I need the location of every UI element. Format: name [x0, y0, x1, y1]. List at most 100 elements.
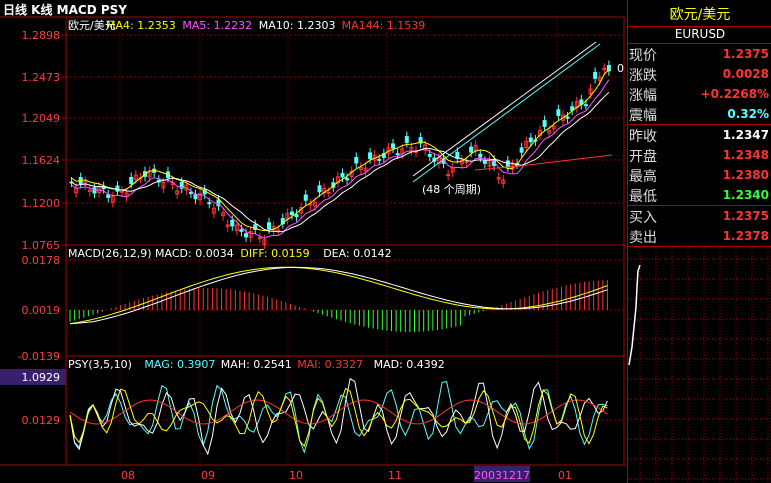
trend-line — [412, 41, 597, 177]
cursor-date: 20031217 — [474, 469, 530, 482]
y-tick: 1.2049 — [22, 112, 61, 125]
candle — [345, 177, 350, 181]
dea-line — [69, 266, 608, 325]
quote-title: 欧元/美元 — [669, 7, 731, 23]
candle — [244, 233, 249, 238]
candle — [542, 120, 547, 127]
quote-label: 卖出 — [629, 230, 657, 246]
candle — [368, 152, 373, 160]
quote-label: 震幅 — [629, 108, 657, 124]
quote-row: 震幅 0.32% — [628, 104, 771, 124]
quote-panel: 欧元/美元 EURUSD 现价 1.2375 涨跌 0.0028 涨幅 +0.2268% 震… — [627, 0, 771, 483]
candle — [188, 191, 193, 194]
y-tick: 1.0765 — [22, 239, 61, 252]
quote-symbol: EURUSD — [674, 27, 726, 41]
price-legend: MA10: 1.2303 — [259, 19, 336, 32]
macd-legend: DEA: 0.0142 — [323, 247, 391, 260]
candle — [556, 109, 561, 116]
candle — [115, 185, 120, 192]
quote-label: 昨收 — [629, 129, 657, 145]
candle — [395, 153, 400, 156]
x-tick: 09 — [201, 469, 215, 482]
quote-label: 现价 — [629, 48, 657, 64]
candle — [317, 185, 322, 193]
cursor-value: 1.0929 — [22, 371, 61, 384]
candle — [340, 173, 345, 178]
quote-row: 买入 1.2375 — [628, 206, 771, 226]
y-tick: 1.1624 — [22, 154, 61, 167]
y-tick: 0.0178 — [22, 254, 61, 267]
candle — [404, 136, 409, 144]
quote-row: 昨收 1.2347 — [628, 125, 771, 145]
price-legend: MA5: 1.2232 — [182, 19, 252, 32]
macd-legend: DIFF: 0.0159 — [240, 247, 309, 260]
candle — [303, 194, 308, 201]
mah-line — [69, 378, 608, 456]
candle — [482, 160, 487, 164]
candle — [446, 174, 451, 177]
chart-area[interactable]: 1.2898 1.2473 1.2049 1.1624 1.1200 1.0765 0.01… — [0, 0, 625, 483]
quote-value: 0.32% — [727, 107, 769, 121]
candle — [267, 222, 272, 230]
quote-row: 现价 1.2375 — [628, 44, 771, 64]
quote-value: 1.2375 — [722, 47, 769, 61]
quote-row: 最高 1.2380 — [628, 165, 771, 185]
y-tick: 0.0019 — [22, 304, 61, 317]
candle — [391, 143, 396, 149]
macd-legend: MACD(26,12,9) MACD: 0.0034 — [68, 247, 234, 260]
quote-label: 最低 — [629, 189, 657, 205]
diff-line — [69, 266, 608, 325]
edge-char: 0 — [617, 62, 624, 75]
candle — [106, 194, 111, 198]
price-legend: MA4: 1.2353 — [106, 19, 176, 32]
candle — [326, 191, 331, 194]
quote-value: 1.2375 — [722, 209, 769, 223]
quote-label: 开盘 — [629, 149, 657, 165]
y-tick: 1.2473 — [22, 71, 61, 84]
quote-value: 1.2340 — [722, 188, 769, 202]
candle — [354, 156, 359, 164]
y-tick: 1.2898 — [22, 29, 61, 42]
candle — [427, 153, 432, 157]
quote-value: 1.2347 — [722, 128, 769, 142]
y-tick: 0.0129 — [22, 414, 61, 427]
psy-legend: MAD: 0.4392 — [374, 358, 445, 371]
candle — [294, 213, 299, 218]
quote-value: +0.2268% — [700, 87, 769, 101]
price-legend: MA144: 1.1539 — [342, 19, 426, 32]
candle — [519, 147, 524, 153]
candle — [565, 116, 570, 119]
psy-legend: PSY(3,5,10) — [68, 358, 132, 371]
ma4-line — [71, 69, 610, 232]
period-annotation: (48 个周期) — [422, 183, 481, 196]
ma5-line — [71, 79, 610, 239]
y-tick: 1.1200 — [22, 197, 61, 210]
candle — [120, 190, 125, 193]
candle — [230, 219, 235, 227]
candle — [239, 229, 244, 232]
tick-chart — [628, 247, 771, 483]
candle — [593, 71, 598, 79]
x-tick: 11 — [388, 469, 402, 482]
psy-legend: MAG: 0.3907 — [144, 358, 215, 371]
candle — [528, 137, 533, 143]
candle — [464, 161, 469, 164]
x-tick: 10 — [289, 469, 303, 482]
candle — [257, 237, 262, 240]
quote-row: 涨幅 +0.2268% — [628, 84, 771, 104]
quote-label: 涨幅 — [629, 88, 657, 104]
candle — [505, 160, 510, 168]
x-tick: 01 — [558, 469, 572, 482]
psy-legend: MAI: 0.3327 — [297, 358, 363, 371]
candle — [193, 194, 198, 200]
quote-value: 1.2380 — [722, 168, 769, 182]
quote-value: 1.2348 — [722, 148, 769, 162]
quote-value: 1.2378 — [722, 229, 769, 243]
quote-row: 涨跌 0.0028 — [628, 64, 771, 84]
psy-legend: MAH: 0.2541 — [221, 358, 292, 371]
ma10-line — [71, 91, 610, 233]
quote-row: 开盘 1.2348 — [628, 145, 771, 165]
x-tick: 08 — [121, 469, 135, 482]
candle — [207, 202, 212, 205]
quote-label: 买入 — [629, 210, 657, 226]
